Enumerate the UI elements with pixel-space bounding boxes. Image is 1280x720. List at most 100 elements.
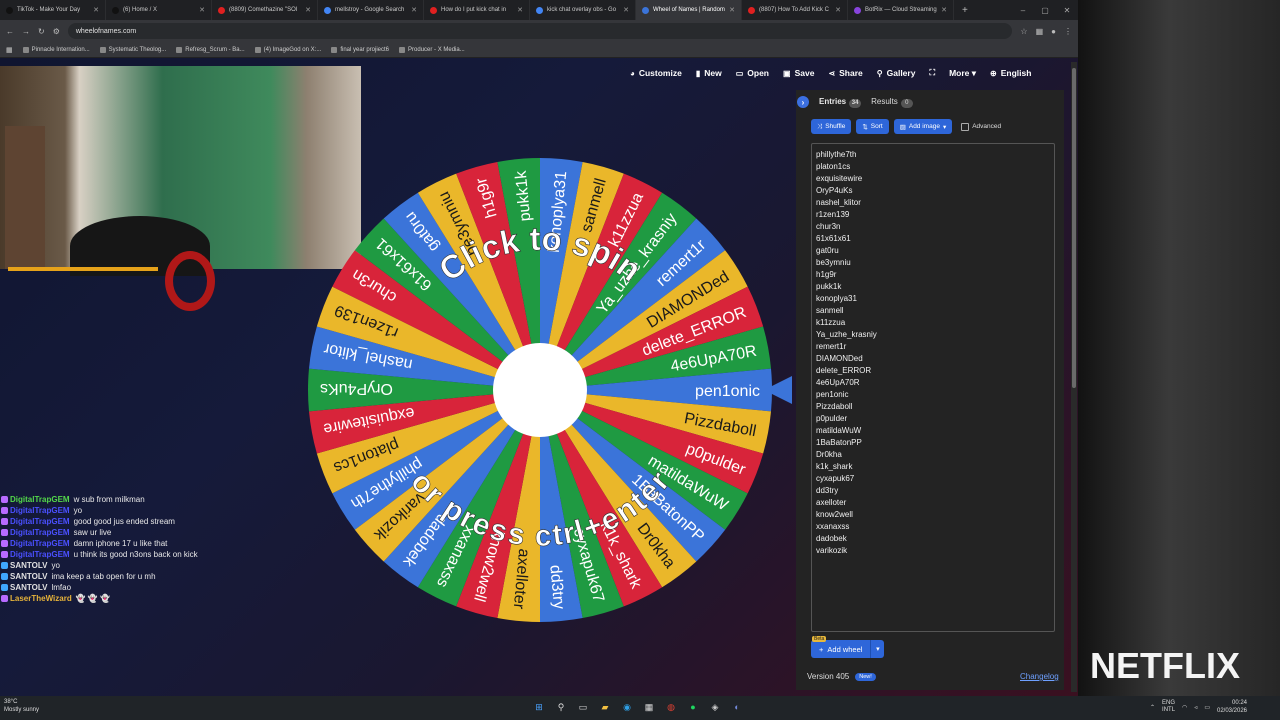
chat-text: saw ur live [73,528,112,537]
spin-wheel[interactable]: phillythe7thplaton1csexquisitewireOryP4u… [305,155,775,625]
bookmark-item[interactable]: final year projiect6 [331,46,389,53]
chat-username[interactable]: SANTOLV [10,561,47,570]
maximize-icon[interactable]: ▢ [1034,6,1056,15]
browser-tab[interactable]: Wheel of Names | Random ✕ [636,0,742,20]
browser-tab[interactable]: (8809) Comethazine "SOI ✕ [212,0,318,20]
nav-new-file-button[interactable]: ▮ New [696,68,722,78]
page-scrollbar[interactable] [1071,62,1077,692]
tab-close-icon[interactable]: ✕ [623,6,629,14]
volume-icon[interactable]: ◃ [1194,704,1197,711]
tab-close-icon[interactable]: ✕ [729,6,735,14]
nav-folder-button[interactable]: ▭ Open [736,68,769,78]
tab-entries[interactable]: Entries 34 [819,97,862,108]
entry-line: pukk1k [816,282,842,291]
browser-menu-icon[interactable]: ⋮ [1064,27,1072,36]
add-wheel-button[interactable]: + Add wheel [811,640,871,658]
chat-username[interactable]: SANTOLV [10,583,47,592]
chat-username[interactable]: LaserTheWizard [10,594,72,603]
bookmark-item[interactable]: Producer - X Media... [399,46,465,53]
chat-message: SANTOLV ima keep a tab open for u mh [0,571,200,582]
back-icon[interactable]: ← [6,27,14,36]
profile-avatar[interactable]: ● [1051,27,1056,36]
changelog-link[interactable]: Changelog [1020,672,1059,681]
tab-close-icon[interactable]: ✕ [941,6,947,14]
file-explorer-icon[interactable]: ▰ [598,700,612,714]
bookmark-item[interactable]: (4) ImageGod on X:... [254,46,321,53]
nav-label: More ▾ [949,67,976,78]
entry-line: platon1cs [816,162,851,171]
browser-tab[interactable]: BotRix — Cloud Streaming ✕ [848,0,954,20]
minimize-icon[interactable]: – [1012,6,1034,15]
reload-icon[interactable]: ↻ [38,27,45,36]
collapse-panel-icon[interactable]: › [797,96,809,108]
tab-close-icon[interactable]: ✕ [93,6,99,14]
nav-save-button[interactable]: ▣ Save [783,68,814,78]
site-info-icon[interactable]: ⚙ [53,27,60,36]
tab-close-icon[interactable]: ✕ [835,6,841,14]
chat-username[interactable]: DigitalTrapGEM [10,517,70,526]
chat-username[interactable]: DigitalTrapGEM [10,539,70,548]
browser-tab[interactable]: kick chat overlay obs - Go ✕ [530,0,636,20]
chat-username[interactable]: DigitalTrapGEM [10,550,70,559]
clock[interactable]: 00:24 02/03/2026 [1217,699,1247,715]
browser-tab[interactable]: (6) Home / X ✕ [106,0,212,20]
language-indicator[interactable]: ENG INTL [1162,700,1175,714]
results-count: 0 [900,98,913,108]
tab-close-icon[interactable]: ✕ [199,6,205,14]
chat-badge-icon [1,540,8,548]
close-icon[interactable]: ✕ [1056,6,1078,15]
extensions-icon[interactable]: ▦ [1036,27,1044,36]
forward-icon[interactable]: → [22,27,30,36]
scrollbar-thumb[interactable] [1072,68,1076,388]
address-bar[interactable]: wheelofnames.com [67,23,1013,39]
chat-username[interactable]: DigitalTrapGEM [10,495,70,504]
apps-grid-icon[interactable]: ▦ [6,46,13,54]
nav-share-button[interactable]: ⋖ Share [828,68,862,78]
battery-icon[interactable]: ▭ [1204,704,1210,711]
tab-close-icon[interactable]: ✕ [305,6,311,14]
wheel-center[interactable] [493,343,587,437]
chat-badge-icon [1,573,8,581]
nav-search-button[interactable]: ⚲ Gallery [877,68,916,78]
start-icon[interactable]: ⊞ [532,700,546,714]
store-icon[interactable]: ▦ [642,700,656,714]
browser-tab[interactable]: TikTok - Make Your Day ✕ [0,0,106,20]
nav-globe-button[interactable]: ⊕ English [990,68,1031,78]
chat-username[interactable]: DigitalTrapGEM [10,506,70,515]
entries-textarea[interactable]: phillythe7th platon1cs exquisitewire OryP4u… [811,143,1055,632]
browser-tab[interactable]: mellstroy - Google Search ✕ [318,0,424,20]
discord-icon[interactable]: ◐ [730,700,744,714]
tab-close-icon[interactable]: ✕ [517,6,523,14]
new-tab-button[interactable]: + [954,5,976,16]
bookmark-item[interactable]: Pinnacle Internation... [22,46,90,53]
sort-button[interactable]: ⇅ Sort [856,119,889,134]
add-wheel-dropdown[interactable]: ▾ [870,640,885,658]
nav-palette-button[interactable]: ◕ Customize [630,68,682,78]
app-icon[interactable]: ◈ [708,700,722,714]
tray-chevron-icon[interactable]: ⌃ [1150,704,1155,711]
edge-icon[interactable]: ◉ [620,700,634,714]
wifi-icon[interactable]: ◠ [1182,704,1187,711]
weather-widget[interactable]: 38°C Mostly sunny [4,698,39,714]
nav-more-button[interactable]: More ▾ [949,68,976,79]
task-view-icon[interactable]: ▭ [576,700,590,714]
spotify-icon[interactable]: ● [686,700,700,714]
tab-results[interactable]: Results 0 [871,97,913,108]
nav-fullscreen-button[interactable]: ⛶ [929,68,935,78]
add-image-button[interactable]: ▨ Add image ▾ [893,119,953,134]
chat-username[interactable]: DigitalTrapGEM [10,528,70,537]
search-icon[interactable]: ⚲ [554,700,568,714]
bookmark-star-icon[interactable]: ☆ [1020,27,1027,36]
browser-tab[interactable]: How do I put kick chat in ✕ [424,0,530,20]
checkbox-box[interactable] [961,122,970,131]
bookmark-item[interactable]: Systematic Theolog... [99,46,166,53]
browser-tab[interactable]: (8807) How To Add Kick C ✕ [742,0,848,20]
tab-close-icon[interactable]: ✕ [411,6,417,14]
shuffle-button[interactable]: ⤨ Shuffle [811,119,852,134]
chat-username[interactable]: SANTOLV [10,572,47,581]
chrome-icon[interactable]: ◍ [664,700,678,714]
advanced-checkbox[interactable]: Advanced [961,122,1001,131]
chat-badge-icon [1,496,8,504]
bookmark-item[interactable]: Refresg_Scrum - Ba... [176,46,245,53]
chat-text: ima keep a tab open for u mh [51,572,156,581]
